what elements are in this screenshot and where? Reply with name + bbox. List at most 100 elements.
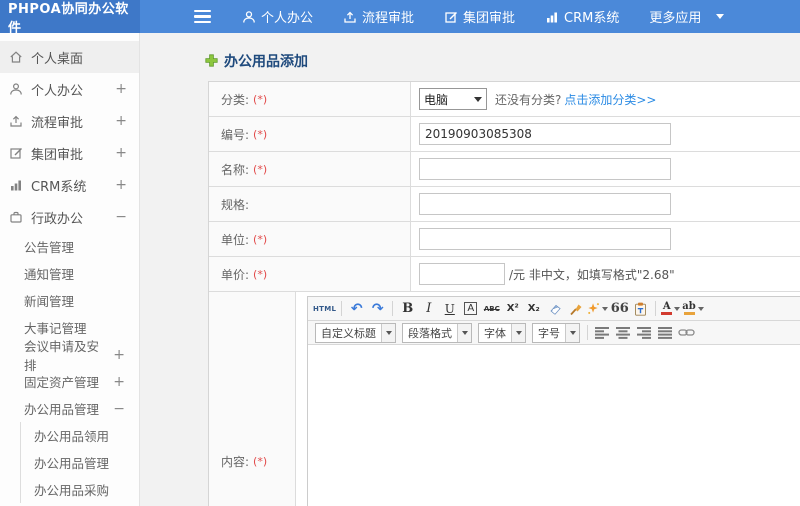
align-right-icon[interactable] <box>635 323 654 342</box>
select-caret-icon <box>457 323 471 342</box>
sidebar-item-label: 流程审批 <box>31 115 84 131</box>
sidebar-item-office-supplies-mgmt[interactable]: 办公用品管理 − <box>0 395 139 422</box>
align-left-icon[interactable] <box>593 323 612 342</box>
select-caret-icon <box>565 323 579 342</box>
sidebar-item-label: CRM系统 <box>31 179 87 195</box>
category-selected-value: 电脑 <box>424 92 449 107</box>
strikethrough-button[interactable]: ABC <box>482 299 501 318</box>
expand-sign[interactable]: + <box>115 145 127 161</box>
remove-format-icon[interactable] <box>545 299 564 318</box>
sidebar-item-news-mgmt[interactable]: 新闻管理 <box>0 287 139 314</box>
paragraph-format-select[interactable]: 段落格式 <box>402 322 472 343</box>
bar-chart-icon <box>545 10 559 24</box>
sidebar-item-meeting-mgmt[interactable]: 会议申请及安排 + <box>0 339 139 373</box>
workflow-icon <box>343 10 357 24</box>
nav-label: 个人办公 <box>261 11 314 26</box>
required-mark: (*) <box>253 162 268 176</box>
link-icon[interactable] <box>677 323 696 342</box>
nav-crm[interactable]: CRM系统 <box>545 7 619 26</box>
nav-label: 集团审批 <box>463 11 516 26</box>
undo-button[interactable]: ↶ <box>347 299 366 318</box>
editor-toolbar-row-1: HTML ↶ ↷ B I U A ABC X² X₂ 66 A ab <box>308 297 800 321</box>
hamburger-menu-icon[interactable] <box>194 0 216 33</box>
sidebar-item-supplies-manage[interactable]: 办公用品管理 <box>21 449 139 476</box>
code-label: 编号: (*) <box>209 117 411 151</box>
redo-button[interactable]: ↷ <box>368 299 387 318</box>
sidebar-item-notice-mgmt[interactable]: 通知管理 <box>0 260 139 287</box>
sidebar-item-announcement-mgmt[interactable]: 公告管理 <box>0 233 139 260</box>
workflow-icon <box>8 114 23 129</box>
caret-down-icon <box>674 306 681 311</box>
blockquote-button[interactable]: 66 <box>610 299 629 318</box>
nav-group-approval[interactable]: 集团审批 <box>444 7 515 26</box>
justify-icon[interactable] <box>656 323 675 342</box>
editor-content-area[interactable] <box>308 345 800 506</box>
category-hint: 还没有分类? <box>495 92 562 107</box>
rich-text-editor: HTML ↶ ↷ B I U A ABC X² X₂ 66 A ab 自定义标题… <box>307 296 800 506</box>
sidebar-item-workflow-approval[interactable]: 流程审批 + <box>0 105 139 137</box>
expand-sign[interactable]: + <box>115 177 127 193</box>
sidebar-item-personal-office[interactable]: 个人办公 + <box>0 73 139 105</box>
unit-input[interactable] <box>419 228 671 250</box>
char-border-button[interactable]: A <box>461 299 480 318</box>
expand-sign[interactable]: + <box>115 81 127 97</box>
font-size-select[interactable]: 字号 <box>532 322 580 343</box>
italic-button[interactable]: I <box>419 299 438 318</box>
form-row-category: 分类: (*) 电脑 还没有分类? 点击添加分类>> <box>209 82 800 117</box>
auto-typeset-button[interactable] <box>587 299 609 318</box>
sidebar-sub-label: 会议申请及安排 <box>24 338 100 373</box>
nav-more-apps[interactable]: 更多应用 <box>649 7 725 26</box>
topbar: PHPOA协同办公软件 个人办公 流程审批 集团审批 CRM系统 更多应用 <box>0 0 800 36</box>
bar-chart-icon <box>8 178 23 193</box>
spec-label: 规格: <box>209 187 411 221</box>
add-category-link[interactable]: 点击添加分类>> <box>564 91 656 108</box>
custom-title-select[interactable]: 自定义标题 <box>315 322 396 343</box>
superscript-button[interactable]: X² <box>503 299 522 318</box>
sidebar-item-admin-office[interactable]: 行政办公 − <box>0 201 139 233</box>
required-mark: (*) <box>253 127 268 141</box>
form-row-spec: 规格: <box>209 187 800 222</box>
html-source-button[interactable]: HTML <box>313 299 336 318</box>
nav-workflow-approval[interactable]: 流程审批 <box>343 7 414 26</box>
sidebar-item-desktop[interactable]: 个人桌面 <box>0 41 139 73</box>
caret-down-icon <box>716 14 725 19</box>
content-label: 内容: (*) <box>209 292 296 506</box>
spec-input[interactable] <box>419 193 671 215</box>
expand-sign[interactable]: − <box>115 209 127 225</box>
expand-sign[interactable]: + <box>113 374 125 390</box>
editor-toolbar-row-2: 自定义标题 段落格式 字体 字号 <box>308 321 800 345</box>
nav-personal-office[interactable]: 个人办公 <box>242 7 313 26</box>
app-logo[interactable]: PHPOA协同办公软件 <box>0 0 140 36</box>
required-mark: (*) <box>253 455 268 468</box>
expand-sign[interactable]: − <box>113 401 125 417</box>
expand-sign[interactable]: + <box>115 113 127 129</box>
nav-label: 更多应用 <box>649 11 702 26</box>
align-center-icon[interactable] <box>614 323 633 342</box>
category-select[interactable]: 电脑 <box>419 88 487 110</box>
select-caret-icon <box>474 96 482 102</box>
expand-sign[interactable]: + <box>113 347 125 363</box>
sidebar-sub-label: 办公用品管理 <box>24 402 100 417</box>
highlight-color-button[interactable]: ab <box>682 299 704 318</box>
sidebar-item-crm[interactable]: CRM系统 + <box>0 169 139 201</box>
sidebar-item-supplies-purchase[interactable]: 办公用品采购 <box>21 476 139 503</box>
font-family-select[interactable]: 字体 <box>478 322 526 343</box>
sidebar-item-group-approval[interactable]: 集团审批 + <box>0 137 139 169</box>
code-input[interactable] <box>419 123 671 145</box>
paste-icon[interactable] <box>631 299 650 318</box>
unit-label: 单位: (*) <box>209 222 411 256</box>
font-color-button[interactable]: A <box>661 299 681 318</box>
subscript-button[interactable]: X₂ <box>524 299 543 318</box>
bold-button[interactable]: B <box>398 299 417 318</box>
format-painter-icon[interactable] <box>566 299 585 318</box>
name-input[interactable] <box>419 158 671 180</box>
page-title-text: 办公用品添加 <box>224 54 308 70</box>
sidebar-item-assets-mgmt[interactable]: 固定资产管理 + <box>0 368 139 395</box>
page-title: 办公用品添加 <box>205 51 308 71</box>
underline-button[interactable]: U <box>440 299 459 318</box>
briefcase-icon <box>8 210 23 225</box>
price-input[interactable] <box>419 263 505 285</box>
sidebar-sub-label: 公告管理 <box>24 240 75 255</box>
sidebar-sub-label: 大事记管理 <box>24 321 87 336</box>
sidebar-item-supplies-claim[interactable]: 办公用品领用 <box>21 422 139 449</box>
